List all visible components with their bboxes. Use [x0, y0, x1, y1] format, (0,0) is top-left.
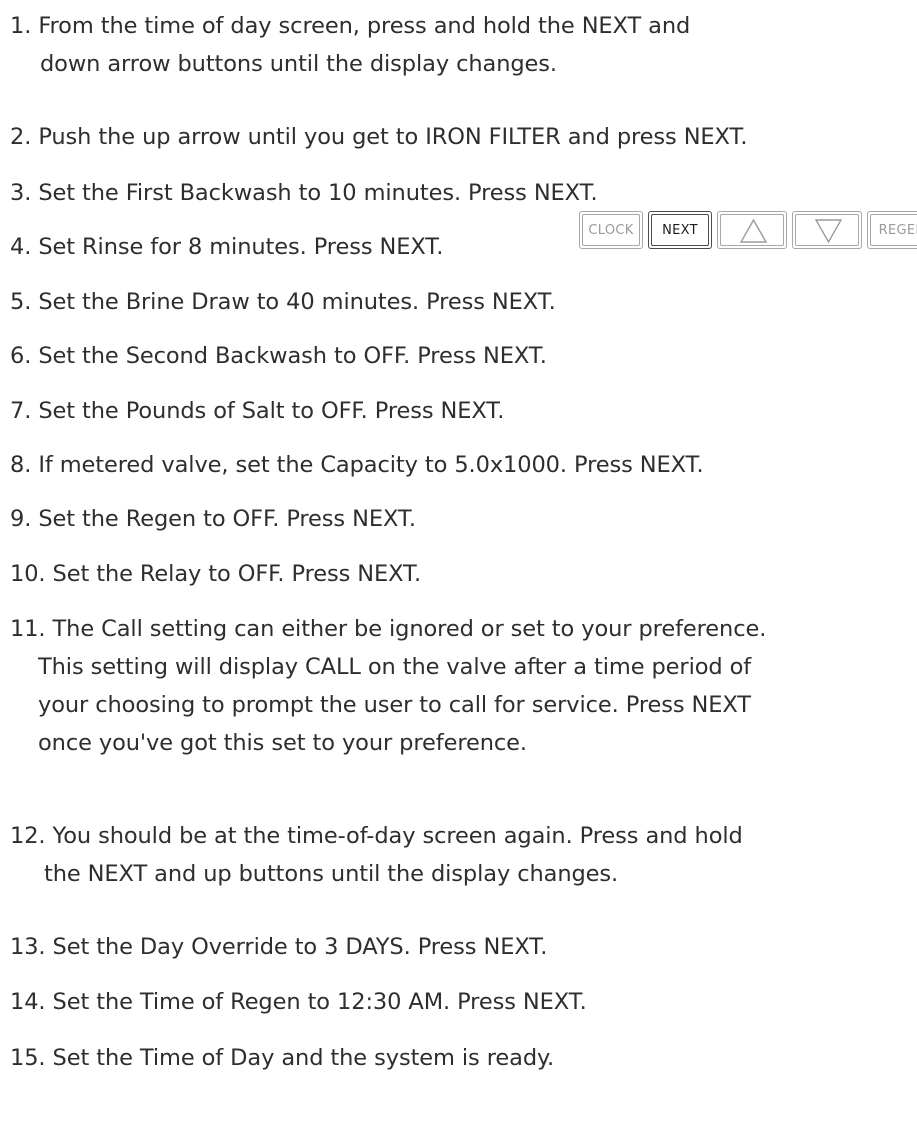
step-1: 1. From the time of day screen, press an… — [10, 7, 690, 83]
up-arrow-button — [717, 211, 787, 249]
next-button-label: NEXT — [662, 222, 698, 238]
step-text: 9. Set the Regen to OFF. Press NEXT. — [10, 506, 416, 532]
step-14: 14. Set the Time of Regen to 12:30 AM. P… — [10, 983, 587, 1021]
step-4: 4. Set Rinse for 8 minutes. Press NEXT. — [10, 228, 443, 266]
instruction-list: 1. From the time of day screen, press an… — [0, 0, 917, 1142]
step-9: 9. Set the Regen to OFF. Press NEXT. — [10, 500, 416, 538]
next-button: NEXT — [648, 211, 712, 249]
step-8: 8. If metered valve, set the Capacity to… — [10, 446, 704, 484]
step-text: 6. Set the Second Backwash to OFF. Press… — [10, 343, 547, 369]
step-13: 13. Set the Day Override to 3 DAYS. Pres… — [10, 928, 547, 966]
step-text: 2. Push the up arrow until you get to IR… — [10, 124, 748, 150]
step-text: 1. From the time of day screen, press an… — [10, 13, 691, 39]
up-arrow-icon — [739, 218, 768, 243]
step-10: 10. Set the Relay to OFF. Press NEXT. — [10, 555, 421, 593]
step-text: your choosing to prompt the user to call… — [38, 692, 751, 718]
down-arrow-button — [792, 211, 862, 249]
step-5: 5. Set the Brine Draw to 40 minutes. Pre… — [10, 283, 556, 321]
regen-button: REGEN — [867, 211, 917, 249]
step-text: 8. If metered valve, set the Capacity to… — [10, 452, 704, 478]
step-2: 2. Push the up arrow until you get to IR… — [10, 118, 748, 156]
step-text: 5. Set the Brine Draw to 40 minutes. Pre… — [10, 289, 556, 315]
step-text: the NEXT and up buttons until the displa… — [44, 861, 619, 887]
step-text: 15. Set the Time of Day and the system i… — [10, 1045, 555, 1071]
step-text: 3. Set the First Backwash to 10 minutes.… — [10, 180, 598, 206]
down-arrow-icon — [814, 219, 843, 244]
step-text: 7. Set the Pounds of Salt to OFF. Press … — [10, 398, 505, 424]
clock-button-label: CLOCK — [588, 222, 634, 238]
step-text: 12. You should be at the time-of-day scr… — [10, 823, 743, 849]
step-7: 7. Set the Pounds of Salt to OFF. Press … — [10, 392, 504, 430]
step-12: 12. You should be at the time-of-day scr… — [10, 817, 743, 893]
step-text: 4. Set Rinse for 8 minutes. Press NEXT. — [10, 234, 444, 260]
valve-button-strip: CLOCK NEXT REGEN — [579, 211, 917, 251]
step-3: 3. Set the First Backwash to 10 minutes.… — [10, 174, 598, 212]
step-text: 10. Set the Relay to OFF. Press NEXT. — [10, 561, 422, 587]
step-text: 14. Set the Time of Regen to 12:30 AM. P… — [10, 989, 587, 1015]
clock-button: CLOCK — [579, 211, 643, 249]
step-11: 11. The Call setting can either be ignor… — [10, 610, 766, 762]
step-15: 15. Set the Time of Day and the system i… — [10, 1039, 554, 1077]
step-text: once you've got this set to your prefere… — [38, 730, 527, 756]
step-text: This setting will display CALL on the va… — [38, 654, 752, 680]
step-text: down arrow buttons until the display cha… — [40, 51, 557, 77]
regen-button-label: REGEN — [878, 222, 917, 238]
step-text: 11. The Call setting can either be ignor… — [10, 616, 767, 642]
step-text: 13. Set the Day Override to 3 DAYS. Pres… — [10, 934, 548, 960]
step-6: 6. Set the Second Backwash to OFF. Press… — [10, 337, 547, 375]
